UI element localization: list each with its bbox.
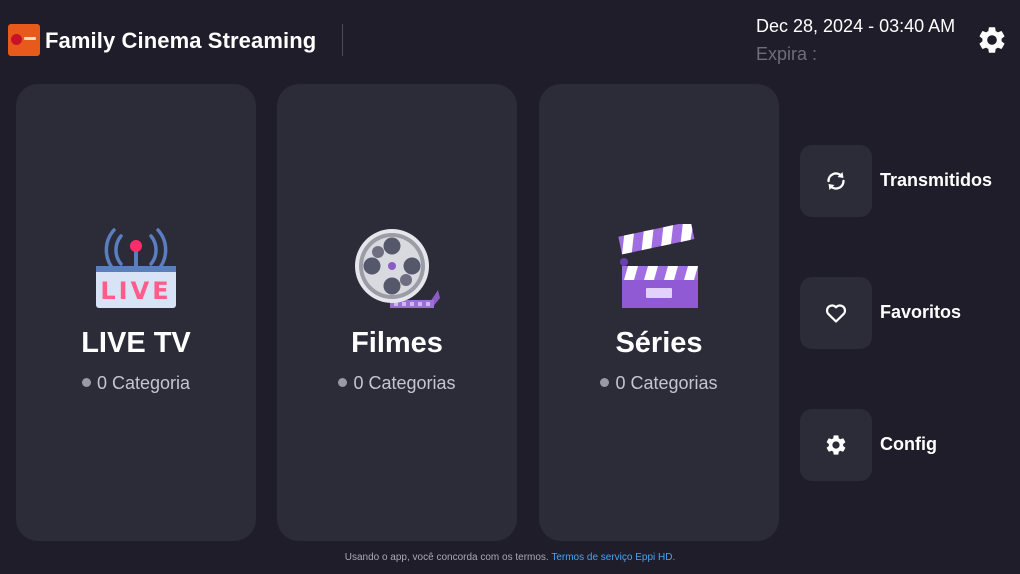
app-logo [8,24,40,56]
transmitidos-icon-box[interactable] [800,145,872,217]
settings-gear-icon[interactable] [976,24,1008,56]
favoritos-label: Favoritos [880,302,962,322]
transmitidos-button[interactable]: Transmitidos [800,145,1010,217]
gear-icon [826,435,846,455]
terms-link[interactable]: Termos de serviço Eppi HD. [551,552,675,563]
terms-footer: Usando o app, você concorda com os termo… [0,552,1020,563]
clapperboard-icon [618,224,698,308]
refresh-icon [827,172,845,190]
filmes-card[interactable]: Filmes 0 Categorias [277,84,517,541]
current-datetime: Dec 28, 2024 - 03:40 AM [756,16,956,36]
config-icon-box[interactable] [800,409,872,481]
favoritos-button[interactable]: Favoritos [800,277,1010,349]
config-label: Config [880,434,937,454]
svg-text:LIVE: LIVE [100,277,171,305]
terms-text: Usando o app, você concorda com os termo… [344,552,549,563]
live-tv-card[interactable]: LIVE LIVE TV 0 Categoria [16,84,256,541]
heart-icon [825,304,847,323]
expiry-label: Expira : [756,44,818,64]
filmes-title: Filmes [351,327,443,359]
transmitidos-label: Transmitidos [880,170,993,190]
app-title: Family Cinema Streaming [45,28,317,53]
live-broadcast-icon: LIVE [96,228,176,308]
favoritos-icon-box[interactable] [800,277,872,349]
film-reel-icon [355,229,440,308]
header-divider [342,24,343,56]
live-tv-subtitle: 0 Categoria [16,373,256,394]
series-card[interactable]: Séries 0 Categorias [539,84,779,541]
filmes-subtitle: 0 Categorias [277,373,517,394]
config-button[interactable]: Config [800,409,1010,481]
series-title: Séries [615,327,703,359]
live-tv-title: LIVE TV [81,327,191,359]
series-subtitle: 0 Categorias [539,373,779,394]
